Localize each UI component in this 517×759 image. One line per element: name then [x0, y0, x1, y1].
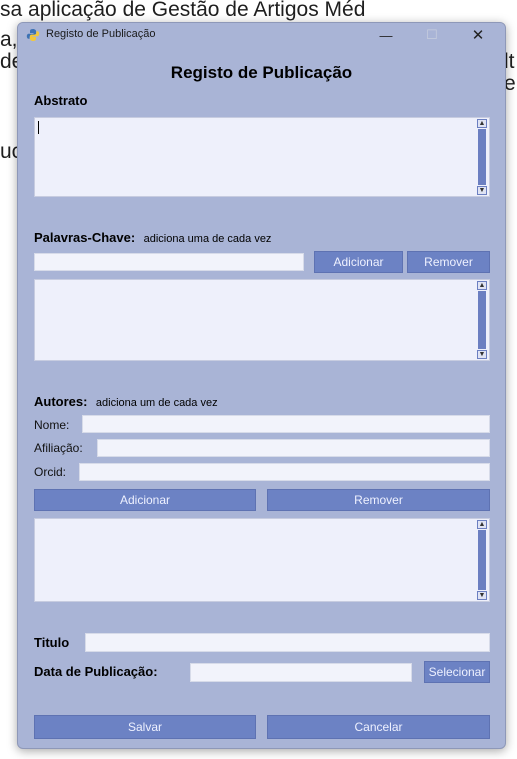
minimize-button[interactable]: — — [363, 23, 409, 47]
form-title: Registo de Publicação — [170, 63, 353, 82]
scrollbar-track[interactable] — [478, 129, 486, 185]
keywords-hint: adiciona uma de cada vez — [143, 233, 272, 245]
scrollbar-track[interactable] — [478, 291, 486, 349]
dialog-window: Registo de Publicação — ☐ ✕ Registo de P… — [17, 22, 506, 749]
scroll-up-icon[interactable]: ▲ — [477, 520, 487, 529]
scroll-up-icon[interactable]: ▲ — [477, 119, 487, 128]
orcid-label: Orcid: — [34, 465, 67, 479]
abstract-textarea[interactable]: ▲ ▼ — [34, 117, 490, 197]
author-affiliation-input[interactable] — [97, 439, 490, 457]
scroll-down-icon[interactable]: ▼ — [477, 350, 487, 359]
window-title: Registo de Publicação — [46, 28, 156, 40]
publication-date-input[interactable] — [190, 663, 412, 682]
keywords-list[interactable]: ▲ ▼ — [34, 279, 490, 361]
authors-scrollbar[interactable]: ▲ ▼ — [475, 519, 489, 601]
text-cursor — [38, 121, 39, 134]
background-text-line-1: sa aplicação de Gestão de Artigos Méd — [0, 0, 366, 21]
abstract-label: Abstrato — [34, 93, 88, 108]
name-label: Nome: — [34, 418, 70, 432]
keywords-scrollbar[interactable]: ▲ ▼ — [475, 280, 489, 360]
scroll-up-icon[interactable]: ▲ — [477, 281, 487, 290]
publication-date-label: Data de Publicação: — [34, 664, 158, 679]
keywords-label: Palavras-Chave: — [34, 230, 136, 245]
add-keyword-button[interactable]: Adicionar — [314, 251, 403, 273]
python-icon — [26, 29, 40, 41]
title-label: Titulo — [34, 635, 70, 650]
maximize-button[interactable]: ☐ — [409, 23, 455, 47]
remove-keyword-button[interactable]: Remover — [407, 251, 490, 273]
scroll-down-icon[interactable]: ▼ — [477, 591, 487, 600]
authors-header: Autores: adiciona um de cada vez — [34, 393, 218, 411]
keywords-header: Palavras-Chave: adiciona uma de cada vez — [34, 229, 271, 247]
author-name-input[interactable] — [82, 415, 490, 433]
affiliation-label: Afiliação: — [34, 441, 83, 455]
authors-label: Autores: — [34, 394, 88, 409]
title-input[interactable] — [85, 633, 490, 652]
authors-list[interactable]: ▲ ▼ — [34, 518, 490, 602]
save-button[interactable]: Salvar — [34, 715, 256, 739]
scroll-down-icon[interactable]: ▼ — [477, 186, 487, 195]
cancel-button[interactable]: Cancelar — [267, 715, 490, 739]
scrollbar-track[interactable] — [478, 530, 486, 590]
close-button[interactable]: ✕ — [455, 23, 501, 47]
abstract-scrollbar[interactable]: ▲ ▼ — [475, 118, 489, 196]
author-orcid-input[interactable] — [79, 463, 490, 481]
authors-hint: adiciona um de cada vez — [95, 397, 218, 409]
add-author-button[interactable]: Adicionar — [34, 489, 256, 511]
keyword-input[interactable] — [34, 253, 304, 271]
background-text-line-2: a, — [0, 28, 18, 51]
select-date-button[interactable]: Selecionar — [424, 661, 490, 683]
title-bar[interactable]: Registo de Publicação — ☐ ✕ — [18, 23, 505, 47]
remove-author-button[interactable]: Remover — [267, 489, 490, 511]
